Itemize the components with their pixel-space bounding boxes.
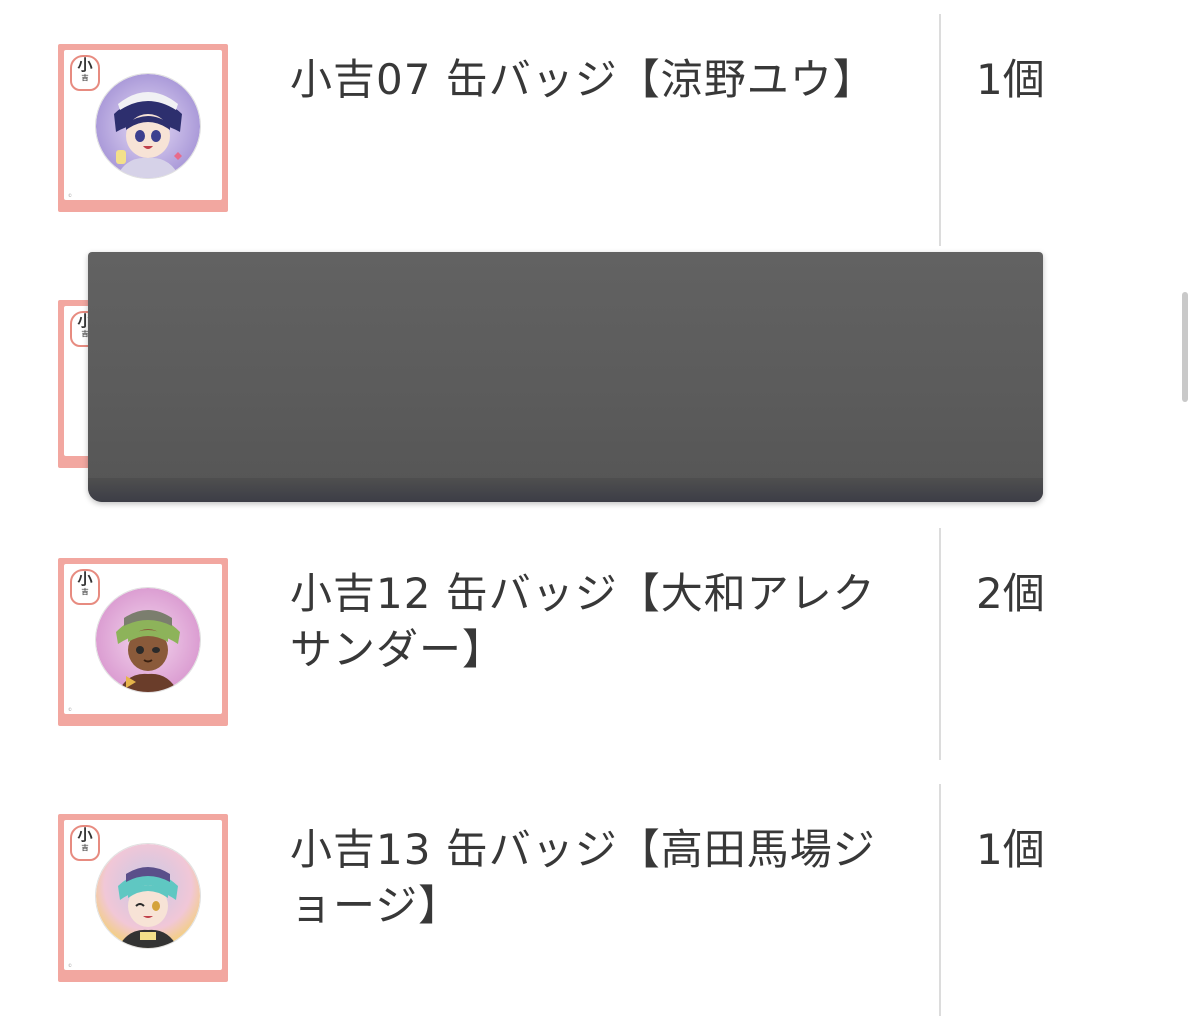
occluding-block-edge: [88, 478, 1043, 502]
can-badge-image: [96, 74, 200, 178]
item-title[interactable]: 小吉07 缶バッジ【涼野ユウ】: [290, 52, 910, 108]
item-title[interactable]: 小吉12 缶バッジ【大和アレクサンダー】: [290, 566, 910, 678]
occluding-block: [88, 252, 1043, 502]
thumbnail-frame: 小 吉: [64, 564, 222, 714]
list-item[interactable]: 小 吉: [0, 514, 1200, 770]
copyright-caption: ©: [68, 193, 72, 198]
character-illustration: [96, 74, 200, 178]
list-item[interactable]: 小 吉: [0, 770, 1200, 1026]
column-divider: [939, 528, 941, 760]
scrollbar[interactable]: [1182, 292, 1188, 402]
can-badge-image: [96, 588, 200, 692]
item-quantity: 1個: [976, 825, 1045, 874]
kokichi-label-sub: 吉: [81, 844, 89, 852]
kokichi-label: 小 吉: [70, 825, 100, 861]
can-badge-image: [96, 844, 200, 948]
character-illustration: [96, 588, 200, 692]
character-illustration: [96, 844, 200, 948]
item-title[interactable]: 小吉13 缶バッジ【高田馬場ジョージ】: [290, 822, 910, 934]
kokichi-label-sub: 吉: [81, 588, 89, 596]
list-item[interactable]: 小 吉: [0, 0, 1200, 256]
thumbnail-frame: 小 吉: [64, 50, 222, 200]
copyright-caption: ©: [68, 963, 72, 968]
thumbnail-frame: 小 吉: [64, 820, 222, 970]
item-thumbnail[interactable]: 小 吉: [58, 558, 228, 726]
kokichi-label: 小 吉: [70, 55, 100, 91]
kokichi-label-sub: 吉: [81, 74, 89, 82]
column-divider: [939, 784, 941, 1016]
copyright-caption: ©: [68, 707, 72, 712]
item-quantity: 1個: [976, 55, 1045, 104]
cart-item-list: 小 吉 © 小吉07 缶バッジ【涼野ユウ】 1個 小 吉 小 吉 © 小吉12 …: [0, 0, 1200, 1020]
kokichi-label-main: 小: [77, 826, 93, 844]
column-divider: [939, 14, 941, 246]
kokichi-label: 小 吉: [70, 569, 100, 605]
kokichi-label-main: 小: [77, 56, 93, 74]
kokichi-label-main: 小: [77, 570, 93, 588]
item-quantity: 2個: [976, 569, 1045, 618]
item-thumbnail[interactable]: 小 吉: [58, 44, 228, 212]
item-thumbnail[interactable]: 小 吉: [58, 814, 228, 982]
